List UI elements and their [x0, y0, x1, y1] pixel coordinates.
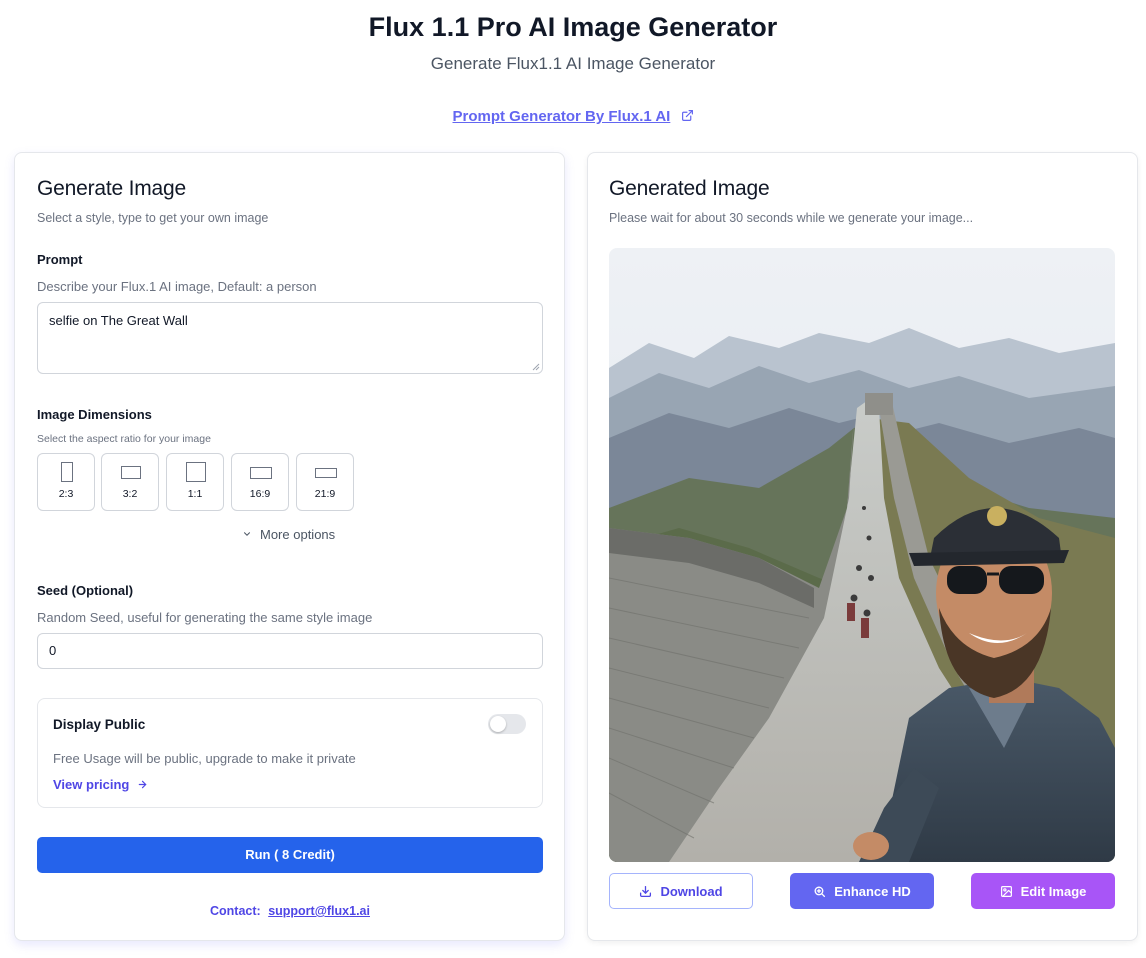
- ratio-label: 2:3: [58, 488, 74, 500]
- page-title: Flux 1.1 Pro AI Image Generator: [368, 12, 778, 42]
- download-label: Download: [660, 883, 723, 899]
- more-options-label: More options: [260, 527, 336, 542]
- ratio-option-3-2[interactable]: 3:2: [101, 453, 159, 511]
- prompt-textarea[interactable]: selfie on The Great Wall: [37, 302, 543, 374]
- edit-image-button[interactable]: Edit Image: [971, 873, 1115, 909]
- prompt-label: Prompt: [37, 252, 83, 267]
- resize-grip-icon[interactable]: [532, 363, 540, 371]
- prompt-generator-link[interactable]: Prompt Generator By Flux.1 AI: [453, 108, 671, 125]
- seed-label: Seed (Optional): [37, 583, 134, 598]
- support-email-link[interactable]: support@flux1.ai: [268, 904, 370, 918]
- prompt-generator-link-wrap: Prompt Generator By Flux.1 AI: [0, 108, 1146, 126]
- ratio-2-3-icon: [61, 462, 73, 482]
- generated-image-description: Please wait for about 30 seconds while w…: [609, 211, 974, 225]
- edit-image-label: Edit Image: [1020, 883, 1087, 899]
- run-button[interactable]: Run ( 8 Credit): [37, 837, 543, 873]
- ratio-label: 16:9: [249, 488, 271, 500]
- ratio-21-9-icon: [315, 468, 337, 478]
- edit-image-icon: [1000, 885, 1012, 897]
- ratio-1-1-icon: [186, 462, 206, 482]
- generate-image-description: Select a style, type to get your own ima…: [37, 211, 269, 225]
- chevron-down-icon: [243, 532, 251, 536]
- contact-line: Contact: support@flux1.ai: [0, 904, 580, 918]
- seed-help: Random Seed, useful for generating the s…: [37, 610, 373, 625]
- ratio-option-2-3[interactable]: 2:3: [37, 453, 95, 511]
- toggle-knob: [490, 716, 506, 732]
- view-pricing-link[interactable]: View pricing: [53, 777, 148, 792]
- ratio-3-2-icon: [121, 466, 141, 479]
- arrow-right-icon: [138, 780, 147, 789]
- external-link-icon[interactable]: [681, 109, 694, 126]
- ratio-16-9-icon: [250, 467, 272, 479]
- contact-label: Contact:: [210, 904, 261, 918]
- display-public-help: Free Usage will be public, upgrade to ma…: [53, 751, 356, 766]
- ratio-label: 3:2: [122, 488, 138, 500]
- ratio-label: 21:9: [314, 488, 336, 500]
- zoom-in-icon: [814, 886, 826, 897]
- generated-image[interactable]: [609, 248, 1115, 862]
- download-icon: [640, 885, 652, 897]
- display-public-label: Display Public: [53, 717, 146, 732]
- download-button[interactable]: Download: [609, 873, 753, 909]
- more-options-toggle[interactable]: More options: [242, 527, 335, 542]
- ratio-option-21-9[interactable]: 21:9: [296, 453, 354, 511]
- enhance-hd-label: Enhance HD: [834, 883, 911, 899]
- ratio-label: 1:1: [187, 488, 203, 500]
- prompt-value: selfie on The Great Wall: [49, 313, 188, 328]
- prompt-help: Describe your Flux.1 AI image, Default: …: [37, 279, 317, 294]
- dimensions-help: Select the aspect ratio for your image: [37, 433, 211, 445]
- ratio-option-1-1[interactable]: 1:1: [166, 453, 224, 511]
- generate-image-title: Generate Image: [37, 177, 186, 200]
- generated-image-title: Generated Image: [609, 177, 770, 200]
- view-pricing-label: View pricing: [53, 777, 130, 792]
- display-public-toggle[interactable]: [488, 714, 526, 734]
- ratio-option-16-9[interactable]: 16:9: [231, 453, 289, 511]
- seed-input[interactable]: 0: [37, 633, 543, 669]
- great-wall-selfie-image: [609, 248, 1115, 862]
- generate-image-card: [14, 152, 565, 941]
- dimensions-label: Image Dimensions: [37, 407, 152, 422]
- enhance-hd-button[interactable]: Enhance HD: [790, 873, 934, 909]
- page-subtitle: Generate Flux1.1 AI Image Generator: [430, 54, 716, 73]
